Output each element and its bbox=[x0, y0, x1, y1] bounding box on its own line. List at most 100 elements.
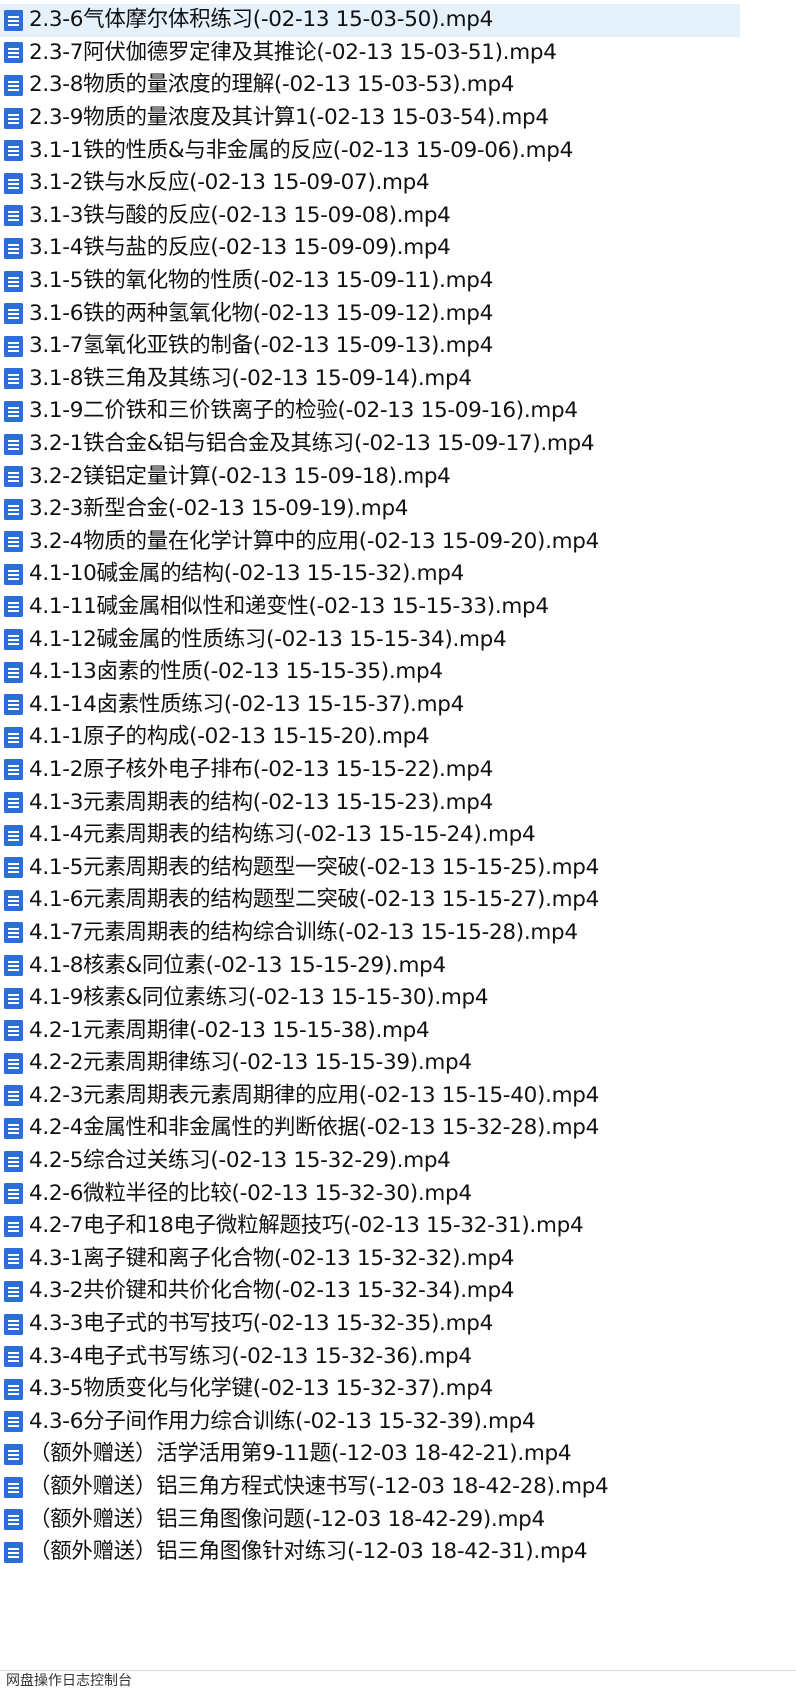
file-name: （额外赠送）铝三角方程式快速书写(-12-03 18-42-28).mp4 bbox=[29, 1474, 609, 1500]
file-row[interactable]: 4.1-6元素周期表的结构题型二突破(-02-13 15-15-27).mp4 bbox=[0, 884, 740, 917]
file-row[interactable]: 4.2-6微粒半径的比较(-02-13 15-32-30).mp4 bbox=[0, 1177, 740, 1210]
document-icon bbox=[4, 759, 23, 781]
file-row[interactable]: 4.1-7元素周期表的结构综合训练(-02-13 15-15-28).mp4 bbox=[0, 917, 740, 950]
file-name: 4.1-8核素&同位素(-02-13 15-15-29).mp4 bbox=[29, 952, 446, 978]
file-row[interactable]: 3.2-2镁铝定量计算(-02-13 15-09-18).mp4 bbox=[0, 460, 740, 493]
file-row[interactable]: 4.1-11碱金属相似性和递变性(-02-13 15-15-33).mp4 bbox=[0, 591, 740, 624]
file-name: 4.2-7电子和18电子微粒解题技巧(-02-13 15-32-31).mp4 bbox=[29, 1213, 584, 1239]
file-row[interactable]: （额外赠送）活学活用第9-11题(-12-03 18-42-21).mp4 bbox=[0, 1438, 740, 1471]
file-name: 3.1-9二价铁和三价铁离子的检验(-02-13 15-09-16).mp4 bbox=[29, 398, 578, 424]
file-name: 2.3-6气体摩尔体积练习(-02-13 15-03-50).mp4 bbox=[29, 7, 493, 33]
file-name: 4.2-1元素周期律(-02-13 15-15-38).mp4 bbox=[29, 1017, 430, 1043]
file-row[interactable]: 4.1-3元素周期表的结构(-02-13 15-15-23).mp4 bbox=[0, 786, 740, 819]
file-name: 3.1-5铁的氧化物的性质(-02-13 15-09-11).mp4 bbox=[29, 268, 493, 294]
file-row[interactable]: 3.1-2铁与水反应(-02-13 15-09-07).mp4 bbox=[0, 167, 740, 200]
file-row[interactable]: 4.1-14卤素性质练习(-02-13 15-15-37).mp4 bbox=[0, 688, 740, 721]
document-icon bbox=[4, 792, 23, 814]
document-icon bbox=[4, 368, 23, 390]
file-row[interactable]: 4.3-3电子式的书写技巧(-02-13 15-32-35).mp4 bbox=[0, 1308, 740, 1341]
document-icon bbox=[4, 237, 23, 259]
document-icon bbox=[4, 857, 23, 879]
file-row[interactable]: 4.1-12碱金属的性质练习(-02-13 15-15-34).mp4 bbox=[0, 623, 740, 656]
document-icon bbox=[4, 335, 23, 357]
file-row[interactable]: 2.3-9物质的量浓度及其计算1(-02-13 15-03-54).mp4 bbox=[0, 102, 740, 135]
document-icon bbox=[4, 955, 23, 977]
document-icon bbox=[4, 694, 23, 716]
document-icon bbox=[4, 400, 23, 422]
file-row[interactable]: 4.2-1元素周期律(-02-13 15-15-38).mp4 bbox=[0, 1014, 740, 1047]
file-row[interactable]: 2.3-7阿伏伽德罗定律及其推论(-02-13 15-03-51).mp4 bbox=[0, 37, 740, 70]
file-list: 2.3-6气体摩尔体积练习(-02-13 15-03-50).mp4 2.3-7阿… bbox=[0, 4, 740, 1569]
document-icon bbox=[4, 1150, 23, 1172]
file-row[interactable]: 4.2-4金属性和非金属性的判断依据(-02-13 15-32-28).mp4 bbox=[0, 1112, 740, 1145]
file-row[interactable]: 4.1-9核素&同位素练习(-02-13 15-15-30).mp4 bbox=[0, 982, 740, 1015]
file-name: 4.3-3电子式的书写技巧(-02-13 15-32-35).mp4 bbox=[29, 1311, 493, 1337]
file-row[interactable]: 4.3-4电子式书写练习(-02-13 15-32-36).mp4 bbox=[0, 1340, 740, 1373]
file-row[interactable]: 4.3-2共价键和共价化合物(-02-13 15-32-34).mp4 bbox=[0, 1275, 740, 1308]
file-row[interactable]: 4.1-5元素周期表的结构题型一突破(-02-13 15-15-25).mp4 bbox=[0, 851, 740, 884]
document-icon bbox=[4, 1411, 23, 1433]
document-icon bbox=[4, 74, 23, 96]
document-icon bbox=[4, 205, 23, 227]
file-row[interactable]: 4.2-5综合过关练习(-02-13 15-32-29).mp4 bbox=[0, 1145, 740, 1178]
status-bar[interactable]: 网盘操作日志控制台 bbox=[0, 1670, 796, 1690]
document-icon bbox=[4, 1346, 23, 1368]
file-row[interactable]: 4.1-10碱金属的结构(-02-13 15-15-32).mp4 bbox=[0, 558, 740, 591]
file-row[interactable]: （额外赠送）铝三角方程式快速书写(-12-03 18-42-28).mp4 bbox=[0, 1471, 740, 1504]
file-name: 3.2-1铁合金&铝与铝合金及其练习(-02-13 15-09-17).mp4 bbox=[29, 431, 595, 457]
file-row[interactable]: 3.1-1铁的性质&与非金属的反应(-02-13 15-09-06).mp4 bbox=[0, 134, 740, 167]
file-name: 2.3-7阿伏伽德罗定律及其推论(-02-13 15-03-51).mp4 bbox=[29, 39, 557, 65]
file-name: 4.3-2共价键和共价化合物(-02-13 15-32-34).mp4 bbox=[29, 1278, 515, 1304]
file-row[interactable]: 3.2-1铁合金&铝与铝合金及其练习(-02-13 15-09-17).mp4 bbox=[0, 428, 740, 461]
file-row[interactable]: （额外赠送）铝三角图像针对练习(-12-03 18-42-31).mp4 bbox=[0, 1536, 740, 1569]
file-row[interactable]: 3.1-6铁的两种氢氧化物(-02-13 15-09-12).mp4 bbox=[0, 297, 740, 330]
file-name: （额外赠送）铝三角图像针对练习(-12-03 18-42-31).mp4 bbox=[29, 1539, 588, 1565]
document-icon bbox=[4, 1313, 23, 1335]
file-row[interactable]: 4.3-1离子键和离子化合物(-02-13 15-32-32).mp4 bbox=[0, 1243, 740, 1276]
document-icon bbox=[4, 726, 23, 748]
file-row[interactable]: 3.1-8铁三角及其练习(-02-13 15-09-14).mp4 bbox=[0, 363, 740, 396]
document-icon bbox=[4, 498, 23, 520]
file-row[interactable]: 4.1-8核素&同位素(-02-13 15-15-29).mp4 bbox=[0, 949, 740, 982]
file-row[interactable]: 3.1-3铁与酸的反应(-02-13 15-09-08).mp4 bbox=[0, 200, 740, 233]
status-bar-label: 网盘操作日志控制台 bbox=[6, 1673, 132, 1689]
file-row[interactable]: 4.1-13卤素的性质(-02-13 15-15-35).mp4 bbox=[0, 656, 740, 689]
document-icon bbox=[4, 1443, 23, 1465]
file-name: 4.1-3元素周期表的结构(-02-13 15-15-23).mp4 bbox=[29, 789, 493, 815]
file-name: 3.2-4物质的量在化学计算中的应用(-02-13 15-09-20).mp4 bbox=[29, 528, 599, 554]
file-row[interactable]: 2.3-6气体摩尔体积练习(-02-13 15-03-50).mp4 bbox=[0, 4, 740, 37]
file-name: 4.1-12碱金属的性质练习(-02-13 15-15-34).mp4 bbox=[29, 626, 507, 652]
document-icon bbox=[4, 596, 23, 618]
file-row[interactable]: （额外赠送）铝三角图像问题(-12-03 18-42-29).mp4 bbox=[0, 1503, 740, 1536]
file-name: 4.3-5物质变化与化学键(-02-13 15-32-37).mp4 bbox=[29, 1376, 493, 1402]
document-icon bbox=[4, 1020, 23, 1042]
document-icon bbox=[4, 1085, 23, 1107]
file-row[interactable]: 4.1-2原子核外电子排布(-02-13 15-15-22).mp4 bbox=[0, 754, 740, 787]
file-name: 4.2-5综合过关练习(-02-13 15-32-29).mp4 bbox=[29, 1148, 451, 1174]
file-row[interactable]: 3.2-3新型合金(-02-13 15-09-19).mp4 bbox=[0, 493, 740, 526]
file-name: 3.1-4铁与盐的反应(-02-13 15-09-09).mp4 bbox=[29, 235, 451, 261]
file-row[interactable]: 4.2-3元素周期表元素周期律的应用(-02-13 15-15-40).mp4 bbox=[0, 1080, 740, 1113]
file-row[interactable]: 3.1-4铁与盐的反应(-02-13 15-09-09).mp4 bbox=[0, 232, 740, 265]
file-name: 4.1-2原子核外电子排布(-02-13 15-15-22).mp4 bbox=[29, 756, 493, 782]
file-name: 3.2-2镁铝定量计算(-02-13 15-09-18).mp4 bbox=[29, 463, 451, 489]
file-row[interactable]: 4.2-2元素周期律练习(-02-13 15-15-39).mp4 bbox=[0, 1047, 740, 1080]
document-icon bbox=[4, 1378, 23, 1400]
file-row[interactable]: 3.1-7氢氧化亚铁的制备(-02-13 15-09-13).mp4 bbox=[0, 330, 740, 363]
file-row[interactable]: 3.2-4物质的量在化学计算中的应用(-02-13 15-09-20).mp4 bbox=[0, 526, 740, 559]
file-name: 4.1-10碱金属的结构(-02-13 15-15-32).mp4 bbox=[29, 561, 464, 587]
file-row[interactable]: 4.1-1原子的构成(-02-13 15-15-20).mp4 bbox=[0, 721, 740, 754]
file-name: 4.3-4电子式书写练习(-02-13 15-32-36).mp4 bbox=[29, 1343, 472, 1369]
document-icon bbox=[4, 1541, 23, 1563]
file-row[interactable]: 2.3-8物质的量浓度的理解(-02-13 15-03-53).mp4 bbox=[0, 69, 740, 102]
file-name: 4.1-11碱金属相似性和递变性(-02-13 15-15-33).mp4 bbox=[29, 593, 549, 619]
document-icon bbox=[4, 270, 23, 292]
file-row[interactable]: 4.3-5物质变化与化学键(-02-13 15-32-37).mp4 bbox=[0, 1373, 740, 1406]
file-row[interactable]: 4.3-6分子间作用力综合训练(-02-13 15-32-39).mp4 bbox=[0, 1406, 740, 1439]
file-row[interactable]: 4.2-7电子和18电子微粒解题技巧(-02-13 15-32-31).mp4 bbox=[0, 1210, 740, 1243]
document-icon bbox=[4, 563, 23, 585]
file-row[interactable]: 3.1-9二价铁和三价铁离子的检验(-02-13 15-09-16).mp4 bbox=[0, 395, 740, 428]
file-row[interactable]: 4.1-4元素周期表的结构练习(-02-13 15-15-24).mp4 bbox=[0, 819, 740, 852]
file-row[interactable]: 3.1-5铁的氧化物的性质(-02-13 15-09-11).mp4 bbox=[0, 265, 740, 298]
document-icon bbox=[4, 1183, 23, 1205]
